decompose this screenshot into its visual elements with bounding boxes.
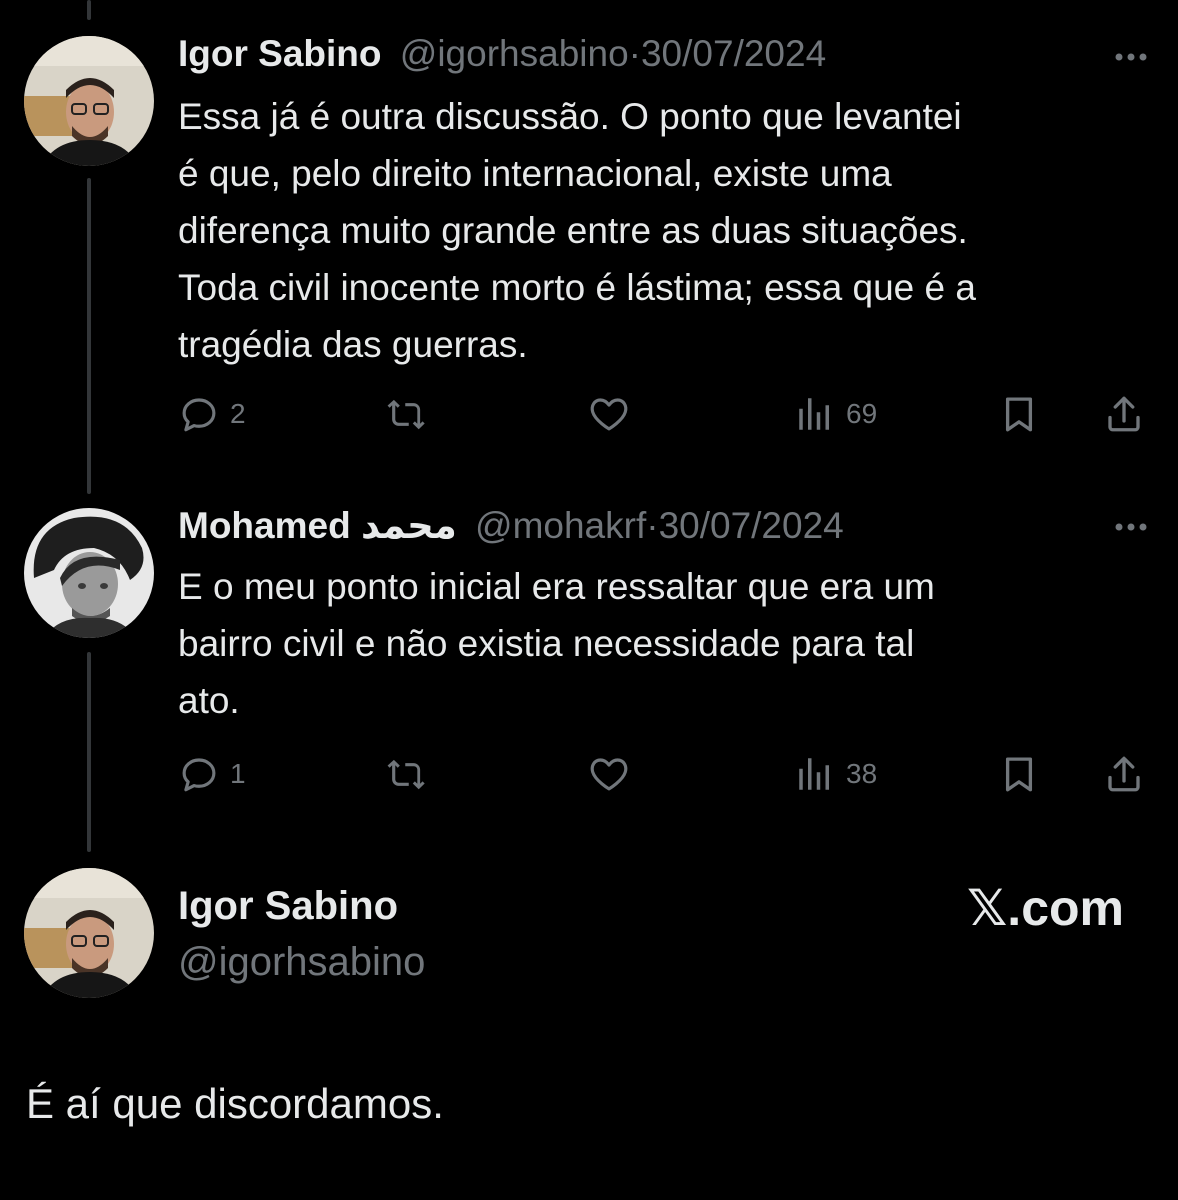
tweet-actions: 1 38	[178, 752, 1148, 796]
tweet-line: E o meu ponto inicial era ressaltar que …	[178, 566, 935, 607]
share-button[interactable]	[1103, 752, 1145, 796]
tweet-date[interactable]: 30/07/2024	[641, 33, 826, 74]
views-count: 69	[846, 398, 878, 429]
share-icon	[1108, 756, 1140, 792]
bookmark-icon	[1005, 757, 1033, 792]
tweet-text: E o meu ponto inicial era ressaltar que …	[178, 558, 1153, 729]
views-button[interactable]: 38	[794, 752, 877, 796]
retweet-button[interactable]	[386, 392, 428, 436]
tweet-line: tragédia das guerras.	[178, 324, 528, 365]
author-handle[interactable]: @igorhsabino	[178, 936, 425, 988]
author-handle[interactable]: @mohakrf	[475, 505, 646, 546]
like-button[interactable]	[588, 392, 630, 436]
more-icon[interactable]	[1114, 522, 1148, 532]
more-icon[interactable]	[1114, 52, 1148, 62]
thread-line-1	[87, 0, 91, 20]
bookmark-button[interactable]	[998, 752, 1040, 796]
thread-line-3	[87, 652, 91, 852]
reply-icon	[182, 758, 216, 792]
avatar[interactable]	[24, 868, 154, 998]
retweet-button[interactable]	[386, 752, 428, 796]
heart-icon	[590, 398, 628, 431]
separator-dot: ·	[628, 33, 641, 74]
avatar[interactable]	[24, 36, 154, 166]
tweet-line: Toda civil inocente morto é lástima; ess…	[178, 267, 976, 308]
brand-logo: 𝕏.com	[967, 880, 1124, 936]
avatar[interactable]	[24, 508, 154, 638]
heart-icon	[590, 758, 628, 791]
reply-button[interactable]: 2	[178, 392, 246, 436]
separator-dot: ·	[646, 505, 659, 546]
author-name[interactable]: Mohamed محمد	[178, 505, 457, 546]
views-button[interactable]: 69	[794, 392, 877, 436]
tweet-line: ato.	[178, 680, 240, 721]
tweet-header: Mohamed محمد @mohakrf·30/07/2024	[178, 504, 844, 548]
tweet-header: Igor Sabino @igorhsabino·30/07/2024	[178, 32, 826, 76]
like-button[interactable]	[588, 752, 630, 796]
tweet-text: Essa já é outra discussão. O ponto que l…	[178, 88, 1153, 373]
tweet-actions: 2 69	[178, 392, 1148, 436]
author-handle[interactable]: @igorhsabino	[400, 33, 629, 74]
author-name[interactable]: Igor Sabino	[178, 33, 382, 74]
views-icon	[799, 398, 829, 430]
reply-icon	[182, 398, 216, 432]
retweet-icon	[387, 399, 425, 430]
retweet-icon	[387, 759, 425, 790]
views-icon	[799, 758, 829, 790]
post-text: É aí que discordamos.	[26, 1080, 444, 1127]
share-icon	[1108, 396, 1140, 432]
reply-count: 1	[230, 758, 246, 789]
share-button[interactable]	[1103, 392, 1145, 436]
reply-button[interactable]: 1	[178, 752, 246, 796]
tweet-line: Essa já é outra discussão. O ponto que l…	[178, 96, 962, 137]
bookmark-button[interactable]	[998, 392, 1040, 436]
bookmark-icon	[1005, 397, 1033, 432]
tweet-line: bairro civil e não existia necessidade p…	[178, 623, 915, 664]
views-count: 38	[846, 758, 878, 789]
tweet-line: é que, pelo direito internacional, exist…	[178, 153, 892, 194]
author-name[interactable]: Igor Sabino	[178, 880, 398, 932]
reply-count: 2	[230, 398, 246, 429]
thread-line-2	[87, 178, 91, 494]
tweet-line: diferença muito grande entre as duas sit…	[178, 210, 968, 251]
tweet-date[interactable]: 30/07/2024	[659, 505, 844, 546]
